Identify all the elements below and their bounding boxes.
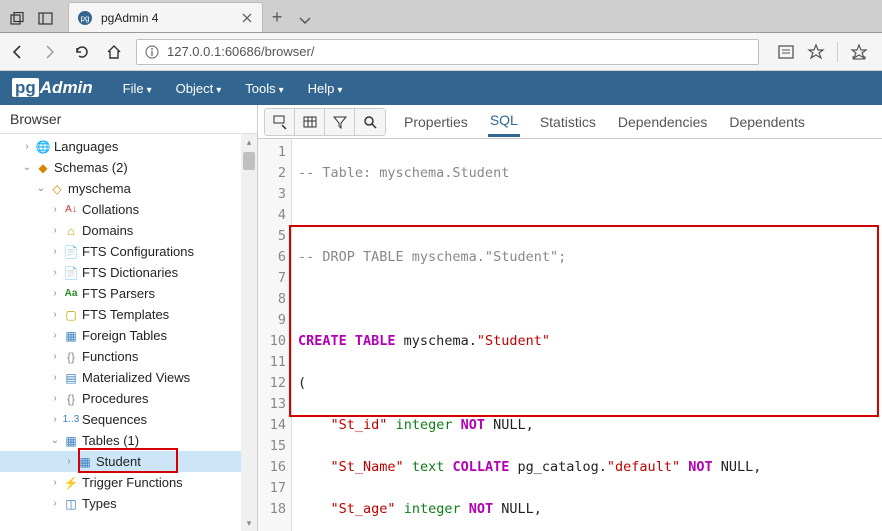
home-button[interactable] <box>104 42 124 62</box>
tab-properties[interactable]: Properties <box>402 108 470 136</box>
url-box[interactable] <box>136 39 759 65</box>
toolbar: Properties SQL Statistics Dependencies D… <box>258 105 882 139</box>
main-area: Browser ›🌐Languages ⌄◆Schemas (2) ⌄◇mysc… <box>0 105 882 531</box>
url-input[interactable] <box>167 44 750 59</box>
tab-title: pgAdmin 4 <box>101 11 232 25</box>
browser-titlebar: pg pgAdmin 4 + <box>0 0 882 33</box>
menu-file[interactable]: File▾ <box>113 75 162 102</box>
tree-scrollbar[interactable]: ▴ ▾ <box>241 134 257 531</box>
new-tab-button[interactable]: + <box>263 7 291 32</box>
tab-dependents[interactable]: Dependents <box>727 108 807 136</box>
tree-node-functions[interactable]: ›{}Functions <box>0 346 257 367</box>
object-tree[interactable]: ›🌐Languages ⌄◆Schemas (2) ⌄◇myschema ›A↓… <box>0 134 257 531</box>
toolbar-group <box>264 108 386 136</box>
tree-node-foreign-tables[interactable]: ›▦Foreign Tables <box>0 325 257 346</box>
address-bar <box>0 33 882 71</box>
view-data-button[interactable] <box>295 109 325 135</box>
tab-dependencies[interactable]: Dependencies <box>616 108 710 136</box>
forward-button[interactable] <box>40 42 60 62</box>
svg-text:pg: pg <box>81 14 90 23</box>
sql-highlight-box <box>289 225 879 417</box>
pgadmin-header: pgAdmin File▾ Object▾ Tools▾ Help▾ <box>0 71 882 105</box>
line-gutter: 123456789101112131415161718 <box>258 139 292 531</box>
reading-list-icon[interactable] <box>777 43 795 61</box>
scroll-down-icon[interactable]: ▾ <box>241 515 257 531</box>
detail-tabs: Properties SQL Statistics Dependencies D… <box>402 105 807 139</box>
tree-node-fts-templates[interactable]: ›▢FTS Templates <box>0 304 257 325</box>
browser-tab[interactable]: pg pgAdmin 4 <box>68 2 263 32</box>
favorite-icon[interactable] <box>807 43 825 61</box>
window-side-icon[interactable] <box>38 12 54 26</box>
tree-node-languages[interactable]: ›🌐Languages <box>0 136 257 157</box>
close-icon[interactable] <box>240 11 254 25</box>
tree-node-fts-dict[interactable]: ›📄FTS Dictionaries <box>0 262 257 283</box>
tab-sql[interactable]: SQL <box>488 106 520 137</box>
tree-node-student[interactable]: ›▦Student <box>0 451 257 472</box>
tree-node-tables[interactable]: ⌄▦Tables (1) <box>0 430 257 451</box>
tree-node-domains[interactable]: ›⌂Domains <box>0 220 257 241</box>
tab-more-button[interactable] <box>291 13 319 32</box>
tab-statistics[interactable]: Statistics <box>538 108 598 136</box>
back-button[interactable] <box>8 42 28 62</box>
window-tabs-icon[interactable] <box>10 12 26 26</box>
menu-help[interactable]: Help▾ <box>298 75 353 102</box>
tree-node-fts-conf[interactable]: ›📄FTS Configurations <box>0 241 257 262</box>
tree-node-mat-views[interactable]: ›▤Materialized Views <box>0 367 257 388</box>
sql-editor[interactable]: 123456789101112131415161718 -- Table: my… <box>258 139 882 531</box>
tree-node-collations[interactable]: ›A↓Collations <box>0 199 257 220</box>
query-tool-button[interactable] <box>265 109 295 135</box>
menu-object[interactable]: Object▾ <box>166 75 232 102</box>
tree-node-myschema[interactable]: ⌄◇myschema <box>0 178 257 199</box>
sidebar-title: Browser <box>0 105 257 134</box>
tree-node-procedures[interactable]: ›{}Procedures <box>0 388 257 409</box>
pgadmin-logo: pgAdmin <box>12 78 93 98</box>
menu-tools[interactable]: Tools▾ <box>235 75 293 102</box>
pgadmin-tab-icon: pg <box>77 10 93 26</box>
right-panel: Properties SQL Statistics Dependencies D… <box>258 105 882 531</box>
info-icon[interactable] <box>145 45 159 59</box>
main-menu: File▾ Object▾ Tools▾ Help▾ <box>113 75 353 102</box>
tree-node-sequences[interactable]: ›1..3Sequences <box>0 409 257 430</box>
scroll-up-icon[interactable]: ▴ <box>241 134 257 150</box>
favorites-bar-icon[interactable] <box>850 43 868 61</box>
sql-code[interactable]: -- Table: myschema.Student -- DROP TABLE… <box>292 139 882 531</box>
tree-scroll-thumb[interactable] <box>243 152 255 170</box>
filter-button[interactable] <box>325 109 355 135</box>
search-button[interactable] <box>355 109 385 135</box>
tree-node-trigger-functions[interactable]: ›⚡Trigger Functions <box>0 472 257 493</box>
tree-node-types[interactable]: ›◫Types <box>0 493 257 514</box>
refresh-button[interactable] <box>72 42 92 62</box>
sidebar: Browser ›🌐Languages ⌄◆Schemas (2) ⌄◇mysc… <box>0 105 258 531</box>
tree-node-fts-parsers[interactable]: ›AaFTS Parsers <box>0 283 257 304</box>
tree-node-schemas[interactable]: ⌄◆Schemas (2) <box>0 157 257 178</box>
